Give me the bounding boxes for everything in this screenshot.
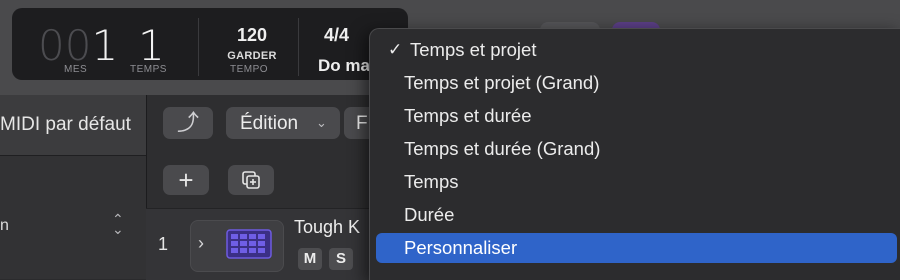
menu-item-temps-et-projet-grand[interactable]: Temps et projet (Grand) xyxy=(376,68,897,98)
checkmark-icon: ✓ xyxy=(388,40,403,59)
up-down-chevron-icon[interactable]: ⌃ ⌄ xyxy=(112,212,124,236)
lcd-display[interactable]: 001 1 MES TEMPS 120 GARDER TEMPO 4/4 Do … xyxy=(12,8,408,80)
menu-item-label: Temps et durée xyxy=(404,105,532,126)
midi-region-label: MIDI par défaut xyxy=(0,114,131,135)
menu-item-temps-et-projet[interactable]: ✓ Temps et projet xyxy=(376,35,897,65)
functions-menu-label: F xyxy=(356,113,368,134)
menu-item-label: Durée xyxy=(404,204,455,225)
menu-item-duree[interactable]: Durée xyxy=(376,200,897,230)
solo-button[interactable]: S xyxy=(329,248,353,270)
key-signature[interactable]: Do maj xyxy=(318,56,375,76)
menu-item-personnaliser[interactable]: Personnaliser xyxy=(376,233,897,263)
menu-item-label: Personnaliser xyxy=(404,237,518,258)
lcd-divider xyxy=(298,18,299,76)
bars-display: 001 xyxy=(38,21,119,70)
lcd-display-mode-menu: ✓ Temps et projet Temps et projet (Grand… xyxy=(369,28,900,280)
menu-item-label: Temps xyxy=(404,171,459,192)
time-signature[interactable]: 4/4 xyxy=(324,25,349,46)
add-track-button[interactable]: + xyxy=(163,165,209,195)
track-number: 1 xyxy=(158,234,169,254)
partial-label: n xyxy=(0,217,9,234)
tempo-value[interactable]: 120 xyxy=(228,25,276,46)
menu-item-label: Temps et projet xyxy=(410,39,537,60)
mute-button[interactable]: M xyxy=(298,248,322,270)
bars-caption: MES xyxy=(64,64,88,75)
track-name[interactable]: Tough K xyxy=(294,217,360,238)
disclosure-arrow-icon[interactable]: › xyxy=(198,233,204,254)
menu-item-label: Temps et projet (Grand) xyxy=(404,72,600,93)
chevron-down-icon: ⌄ xyxy=(316,115,327,130)
tempo-mode: GARDER xyxy=(227,50,277,62)
lcd-divider xyxy=(198,18,199,76)
menu-item-temps-et-duree[interactable]: Temps et durée xyxy=(376,101,897,131)
duplicate-track-button[interactable] xyxy=(228,165,274,195)
edit-menu-label: Édition xyxy=(240,113,299,134)
beats-caption: TEMPS xyxy=(130,64,167,75)
beats-display: 1 xyxy=(138,21,165,70)
drum-machine-icon xyxy=(226,229,272,259)
edit-menu-button[interactable]: Édition ⌄ xyxy=(226,107,340,139)
catch-playhead-button[interactable]: ⤴ xyxy=(163,107,213,139)
menu-item-temps[interactable]: Temps xyxy=(376,167,897,197)
tempo-caption: TEMPO xyxy=(230,64,269,75)
duplicate-icon xyxy=(242,171,260,189)
menu-item-label: Temps et durée (Grand) xyxy=(404,138,601,159)
menu-item-temps-et-duree-grand[interactable]: Temps et durée (Grand) xyxy=(376,134,897,164)
